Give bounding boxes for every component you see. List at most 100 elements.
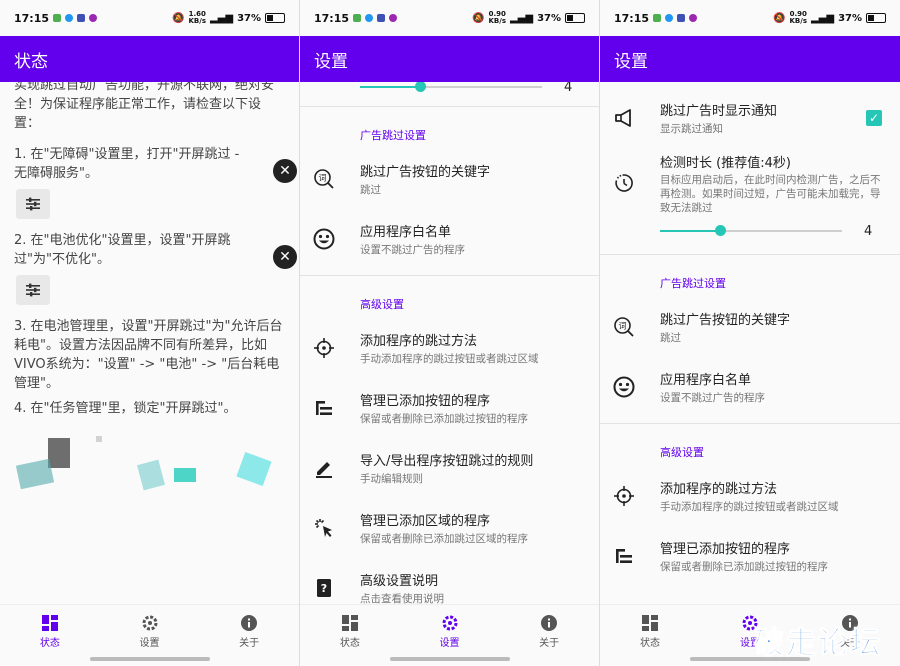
mute-icon: 🔕 (773, 12, 786, 24)
clock: 17:15 (314, 11, 350, 25)
item-whitelist[interactable]: 应用程序白名单设置不跳过广告的程序 (600, 357, 900, 417)
nav-status[interactable]: 状态 (600, 605, 700, 666)
nav-label: 关于 (539, 638, 560, 649)
info-icon (241, 615, 258, 631)
item-title: 管理已添加区域的程序 (360, 514, 491, 529)
settings-list[interactable]: 跳过广告时显示通知 显示跳过通知 ✓ 检测时长 (推荐值:4秒) 目标应用启动后，在… (600, 82, 900, 604)
notify-checkbox[interactable]: ✓ (866, 110, 882, 126)
item-subtitle: 目标应用启动后，在此时间内检测广告，之后不再检测。如果时间过短，广告可能未加载完… (660, 173, 881, 214)
item-skip-keyword[interactable]: 词 跳过广告按钮的关键字 跳过 (300, 149, 599, 209)
gear-icon (442, 615, 457, 631)
notification-icon (677, 14, 686, 22)
skip-animation-graphic (15, 436, 272, 491)
item-add-skip-method[interactable]: 添加程序的跳过方法手动添加程序的跳过按钮或者跳过区域 (300, 318, 599, 378)
dashboard-icon (341, 615, 358, 631)
divider (300, 106, 599, 107)
item-manage-buttons[interactable]: 管理已添加按钮的程序 保留或者删除已添加跳过按钮的程序 (300, 378, 599, 438)
status-content[interactable]: 实现跳过自动广告功能，开源不联网，绝对安全！为保证程序能正常工作，请检查以下设置… (0, 82, 299, 604)
duration-slider[interactable] (360, 82, 542, 92)
status-bar: 17:15 🔕 1.60 KB/s ▂▄▆ 37% (0, 0, 299, 36)
open-battery-button[interactable] (16, 275, 50, 305)
net-speed: 0.90 KB/s (789, 10, 807, 25)
settings-list[interactable]: 4 广告跳过设置 词 跳过广告按钮的关键字 跳过 应用程序白名单 设置不跳过广告的程… (300, 82, 599, 604)
item-subtitle: 保留或者删除已添加跳过区域的程序 (360, 533, 528, 545)
crosshair-icon (600, 485, 648, 507)
status-bar: 17:15 🔕 0.90 KB/s ▂▄▆ 37% (600, 0, 900, 36)
edit-pencil-icon (300, 457, 348, 479)
item-subtitle: 手动添加程序的跳过按钮或者跳过区域 (360, 353, 539, 365)
notification-icon (665, 14, 674, 22)
phone-status: 17:15 🔕 1.60 KB/s ▂▄▆ 37% 状态 实现跳过自动广告功能，开… (0, 0, 300, 666)
gear-icon (142, 615, 157, 631)
step-text: 3. 在电池管理里，设置"开屏跳过"为"允许后台耗电"。设置方法因品牌不同有所差… (14, 319, 283, 391)
mute-icon: 🔕 (472, 12, 485, 24)
item-advanced-help[interactable]: ? 高级设置说明 点击查看使用说明 (300, 558, 599, 604)
item-show-notification[interactable]: 跳过广告时显示通知 显示跳过通知 ✓ (600, 88, 900, 148)
item-subtitle: 设置不跳过广告的程序 (660, 392, 765, 404)
item-subtitle: 显示跳过通知 (660, 123, 723, 135)
step-text: 1. 在"无障碍"设置里，打开"开屏跳过 - 无障碍服务"。 (14, 147, 240, 181)
notification-icon (77, 14, 86, 22)
item-whitelist[interactable]: 应用程序白名单 设置不跳过广告的程序 (300, 209, 599, 269)
duration-slider[interactable] (660, 225, 842, 236)
open-accessibility-button[interactable] (16, 189, 50, 219)
slider-value: 4 (564, 82, 573, 95)
nav-label: 关于 (239, 638, 260, 649)
smile-icon (300, 228, 348, 250)
item-title: 添加程序的跳过方法 (360, 334, 478, 349)
megaphone-icon (600, 107, 648, 129)
duration-slider-row: 4 (600, 218, 900, 244)
nav-about[interactable]: 关于 (199, 605, 299, 666)
step-battery-optimization: 2. 在"电池优化"设置里，设置"开屏跳过"为"不优化"。 ✕ (0, 231, 299, 305)
help-book-icon: ? (300, 577, 348, 599)
slider-value: 4 (864, 223, 873, 239)
divider (600, 254, 900, 255)
item-detect-duration[interactable]: 检测时长 (推荐值:4秒) 目标应用启动后，在此时间内检测广告，之后不再检测。如果… (600, 148, 900, 218)
notification-icon (365, 14, 374, 22)
page-title: 状态 (14, 51, 48, 72)
item-manage-buttons[interactable]: 管理已添加按钮的程序保留或者删除已添加跳过按钮的程序 (600, 526, 900, 586)
dashboard-icon (41, 615, 58, 631)
app-bar: 设置 (300, 36, 599, 82)
item-add-skip-method[interactable]: 添加程序的跳过方法 手动添加程序的跳过按钮或者跳过区域 (600, 466, 900, 526)
intro-text: 实现跳过自动广告功能，开源不联网，绝对安全！为保证程序能正常工作，请检查以下设置… (14, 82, 275, 131)
app-bar: 设置 (600, 36, 900, 82)
section-advanced: 高级设置 (360, 298, 404, 311)
item-subtitle: 点击查看使用说明 (360, 593, 444, 604)
notification-icon (689, 14, 698, 22)
battery-level: 37% (838, 12, 862, 24)
tap-cursor-icon (300, 517, 348, 539)
slider-fill (360, 86, 421, 88)
dictionary-search-icon: 词 (300, 168, 348, 190)
divider (300, 275, 599, 276)
slider-thumb[interactable] (714, 225, 726, 236)
item-subtitle: 保留或者删除已添加跳过按钮的程序 (360, 413, 528, 425)
section-ad-skip: 广告跳过设置 (360, 129, 426, 142)
battery-icon (265, 13, 285, 23)
nav-about[interactable]: 关于 (499, 605, 599, 666)
home-indicator (90, 657, 210, 661)
item-skip-keyword[interactable]: 词 跳过广告按钮的关键字 跳过 (600, 297, 900, 357)
item-subtitle: 保留或者删除已添加跳过按钮的程序 (660, 561, 828, 573)
nav-label: 状态 (339, 638, 360, 649)
svg-text:词: 词 (619, 322, 627, 331)
nav-status[interactable]: 状态 (0, 605, 100, 666)
duration-slider-row: 4 (300, 82, 599, 100)
item-title: 应用程序白名单 (660, 373, 752, 388)
item-title: 管理已添加按钮的程序 (660, 542, 791, 557)
notification-icon (353, 14, 362, 22)
nav-status[interactable]: 状态 (300, 605, 400, 666)
sliders-icon (26, 197, 40, 211)
divider (600, 423, 900, 424)
slider-fill (660, 230, 721, 232)
net-speed: 1.60 KB/s (188, 10, 206, 25)
item-import-export[interactable]: 导入/导出程序按钮跳过的规则 手动编辑规则 (300, 438, 599, 498)
tree-list-icon (600, 545, 648, 567)
forum-watermark: 破走论坛 (754, 626, 882, 662)
item-title: 跳过广告按钮的关键字 (360, 165, 491, 180)
item-manage-areas[interactable]: 管理已添加区域的程序保留或者删除已添加跳过区域的程序 (300, 498, 599, 558)
notification-icon (53, 14, 62, 22)
status-bar: 17:15 🔕 0.90 KB/s ▂▄▆ 37% (300, 0, 599, 36)
slider-thumb[interactable] (414, 82, 426, 92)
dashboard-icon (642, 615, 658, 631)
